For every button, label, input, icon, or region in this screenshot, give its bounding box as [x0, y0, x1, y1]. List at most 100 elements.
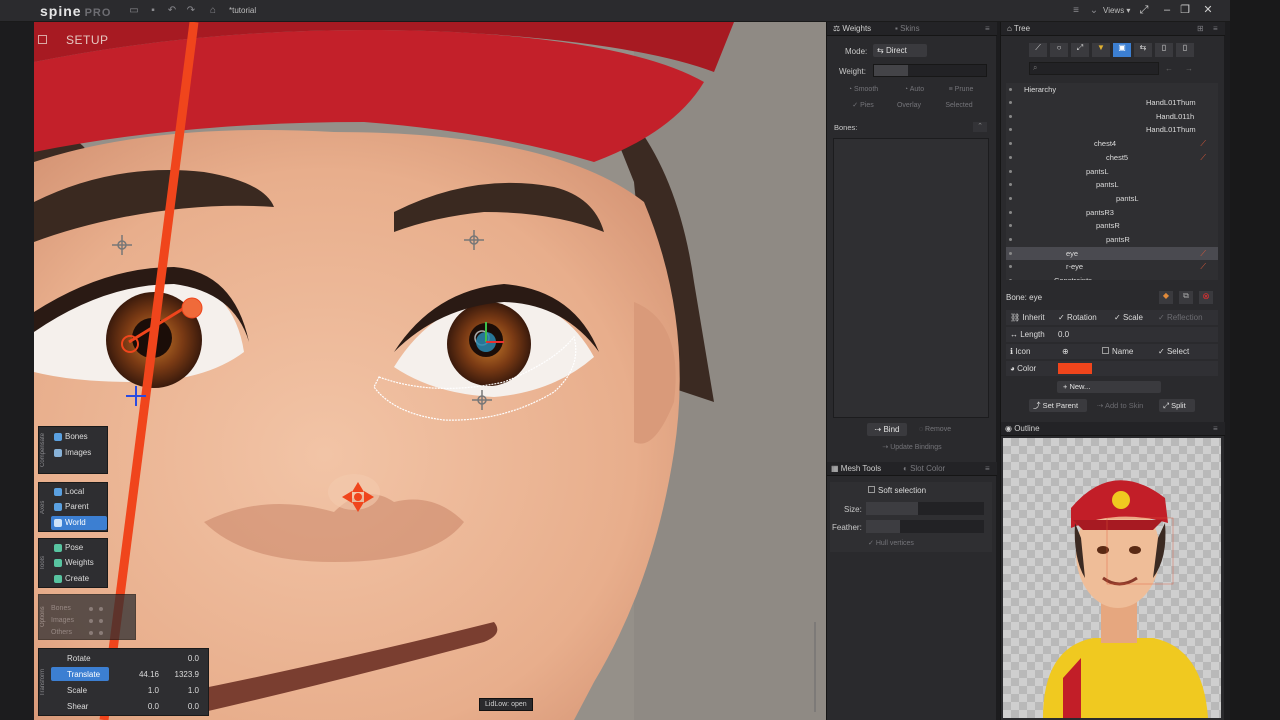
tree-row[interactable]: chest5 ⟋ [1006, 151, 1218, 164]
overlay-toggle[interactable]: Overlay [889, 100, 929, 112]
shear-row[interactable]: Shear 0.0 0.0 [51, 699, 207, 714]
tree-row[interactable]: chest4 ⟋ [1006, 137, 1218, 150]
smooth-button[interactable]: ◔ Smooth [841, 84, 885, 96]
tree-row-hierarchy[interactable]: Hierarchy [1006, 83, 1218, 96]
soft-selection-toggle[interactable]: Soft selection [868, 486, 926, 495]
remove-button[interactable]: ◌ Remove [911, 424, 959, 436]
axes-world-button[interactable]: World [51, 516, 107, 530]
editor-viewport[interactable]: SETUP Compensate Bones Images Axes Local… [34, 22, 826, 720]
constraints-filter-icon[interactable]: ▼ [1092, 43, 1110, 57]
restore-button[interactable]: ❐ [1178, 3, 1192, 17]
visibility-dot-icon[interactable] [1009, 142, 1012, 146]
tree-row[interactable]: pantsR3 [1006, 206, 1218, 219]
panel-menu-icon[interactable]: ≡ [985, 24, 990, 33]
weights-tool-button[interactable]: Weights [51, 556, 107, 570]
update-bindings-button[interactable]: ⇢ Update Bindings [867, 442, 957, 454]
pose-tool-button[interactable]: Pose [51, 541, 107, 555]
next-result-icon[interactable]: → [1185, 64, 1193, 73]
visibility-dot-icon[interactable] [1009, 238, 1012, 241]
outline-menu-icon[interactable]: ≡ [1213, 424, 1218, 433]
rotate-label[interactable]: Rotate [51, 651, 109, 665]
tree-row[interactable]: pantsR [1006, 233, 1218, 246]
tree-row[interactable]: Constraints [1006, 274, 1218, 280]
weight-slider[interactable] [873, 64, 987, 77]
create-tool-button[interactable]: Create [51, 572, 107, 586]
options-images-row[interactable]: Images [51, 615, 131, 627]
add-to-skin-button[interactable]: ⇢ Add to Skin [1093, 399, 1155, 412]
set-parent-button[interactable]: ⤴ Set Parent [1029, 399, 1087, 412]
project-icon[interactable]: ⌂ [207, 5, 219, 17]
tree-row[interactable]: r-eye ⟋ [1006, 260, 1218, 273]
visibility-dot-icon[interactable] [1009, 210, 1012, 214]
scale-y-value[interactable]: 1.0 [161, 683, 199, 698]
prev-result-icon[interactable]: ← [1165, 64, 1173, 73]
tree-list[interactable]: Hierarchy HandL01Thum HandL011h HandL01Thu… [1006, 83, 1218, 280]
delete-icon[interactable]: ⊗ [1199, 291, 1213, 304]
visibility-dot-icon[interactable] [1009, 196, 1012, 200]
tree-row[interactable]: pantsL [1006, 192, 1218, 205]
tab-mesh-tools[interactable]: ▦ Mesh Tools [831, 464, 881, 473]
tab-slot-color[interactable]: ◐ Slot Color [903, 464, 945, 473]
slots-filter-icon[interactable]: ○ [1050, 43, 1068, 57]
rotate-value-2[interactable]: 0.0 [161, 651, 199, 666]
fullscreen-icon[interactable]: ⤢ [1137, 3, 1151, 17]
translate-x-value[interactable]: 44.16 [113, 667, 159, 682]
minimize-button[interactable]: – [1160, 3, 1174, 17]
tree-row[interactable]: HandL01Thum [1006, 96, 1218, 109]
shear-y-value[interactable]: 0.0 [161, 699, 199, 714]
hull-vertices-toggle[interactable]: ✓ Hull vertices [868, 539, 914, 547]
grid-icon[interactable]: ≡ [1070, 5, 1082, 17]
bone-color-swatch[interactable] [1058, 363, 1092, 374]
new-button[interactable]: + New... [1057, 381, 1161, 393]
scale-row[interactable]: Scale 1.0 1.0 [51, 683, 207, 698]
feather-slider[interactable] [866, 520, 984, 533]
tree-row[interactable]: eye ⟋ [1006, 246, 1218, 260]
select-toggle[interactable]: ✓ Select [1158, 344, 1189, 359]
tree-row[interactable]: pantsL [1006, 178, 1218, 191]
events-filter-icon[interactable]: ⇆ [1134, 43, 1152, 57]
compensate-bones-button[interactable]: Bones [51, 430, 107, 444]
visibility-dot-icon[interactable] [1009, 114, 1012, 118]
tab-skins[interactable]: ▪ Skins [895, 24, 920, 33]
mesh-filter-icon[interactable]: ▣ [1113, 43, 1131, 57]
auto-button[interactable]: ◔ Auto [895, 84, 933, 96]
show-name-toggle[interactable]: Name [1102, 344, 1133, 359]
visibility-dot-icon[interactable] [1009, 101, 1012, 104]
compensate-images-button[interactable]: Images [51, 446, 107, 460]
views-menu[interactable]: Views ▾ [1103, 6, 1130, 15]
scale-x-value[interactable]: 1.0 [113, 683, 159, 698]
tree-row[interactable]: pantsR [1006, 219, 1218, 232]
tree-row[interactable]: HandL01Thum [1006, 123, 1218, 136]
tab-weights[interactable]: ⚖ Weights [833, 24, 871, 33]
tree-settings-icon[interactable]: ⊞ [1197, 24, 1204, 33]
attachments-filter-icon[interactable]: ⤢ [1071, 43, 1089, 57]
visibility-dot-icon[interactable] [1009, 224, 1012, 228]
split-button[interactable]: ⤢ Split [1159, 399, 1195, 412]
tab-tree[interactable]: ⌂ Tree [1007, 24, 1030, 33]
undo-icon[interactable]: ↶ [166, 5, 178, 17]
inherit-scale-toggle[interactable]: ✓ Scale [1114, 310, 1143, 325]
prune-button[interactable]: ≡ Prune [941, 84, 981, 96]
soft-selection-checkbox[interactable] [868, 486, 875, 494]
inherit-rotation-toggle[interactable]: ✓ Rotation [1058, 310, 1097, 325]
mode-dropdown[interactable]: ⇆ Direct [873, 44, 927, 57]
options-bones-row[interactable]: Bones [51, 603, 131, 615]
visibility-dot-icon[interactable] [1009, 169, 1012, 173]
mesh-panel-menu-icon[interactable]: ≡ [985, 464, 990, 473]
translate-label[interactable]: Translate [51, 667, 109, 681]
bone-image-icon[interactable]: ◆ [1159, 291, 1173, 304]
options-others-row[interactable]: Others [51, 627, 131, 639]
bind-button[interactable]: ⇢ Bind [867, 423, 907, 436]
visibility-dot-icon[interactable] [1009, 279, 1012, 280]
close-button[interactable]: ✕ [1201, 3, 1215, 17]
visibility-dot-icon[interactable] [1009, 128, 1012, 132]
length-value[interactable]: 0.0 [1058, 327, 1069, 342]
translate-row[interactable]: Translate 44.16 1323.9 [51, 667, 207, 682]
collapse-icon[interactable]: ⌃ [973, 122, 987, 132]
save-icon[interactable]: ▪ [147, 5, 159, 17]
chevron-icon[interactable]: ⌄ [1088, 5, 1100, 17]
visibility-dot-icon[interactable] [1009, 251, 1012, 255]
rotate-row[interactable]: Rotate 0.0 [51, 651, 207, 666]
pies-toggle[interactable]: ✓ Pies [843, 100, 883, 112]
tree-search-input[interactable]: ⌕ [1029, 62, 1159, 75]
